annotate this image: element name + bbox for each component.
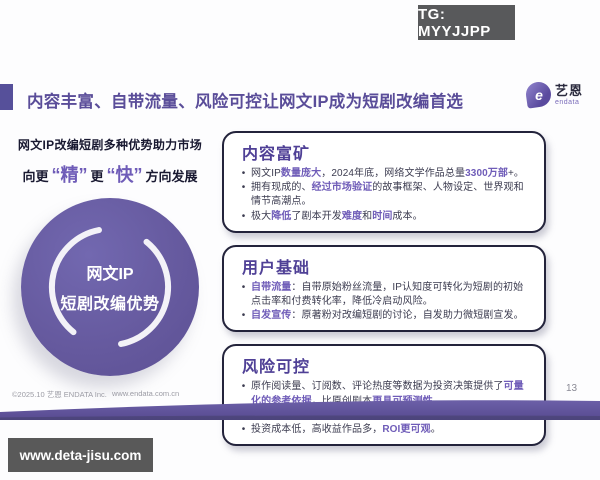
footer-website: www.endata.com.cn xyxy=(112,389,179,398)
logo-text: 艺恩 endata xyxy=(555,84,583,106)
plain-text: 成本。 xyxy=(392,211,422,222)
card-title: 用户基础 xyxy=(236,254,532,278)
bullet-dot-icon: • xyxy=(236,167,251,181)
headline-line1: 网文IP改编短剧多种优势助力市场 xyxy=(8,136,212,153)
plain-text: 和 xyxy=(362,211,372,222)
bullet-dot-icon: • xyxy=(236,181,251,209)
bullet-text: 自带流量：自带原始粉丝流量，IP认知度可转化为短剧的初始点击率和付费转化率，降低… xyxy=(251,281,532,309)
bullet-item: • 投资成本低，高收益作品多，ROI更可观。 xyxy=(236,423,532,437)
card-title: 内容富矿 xyxy=(236,140,532,164)
advantage-card: 用户基础 • 自带流量：自带原始粉丝流量，IP认知度可转化为短剧的初始点击率和付… xyxy=(222,245,546,333)
telegram-badge: TG: MYYJJPP xyxy=(418,5,515,40)
headline-highlight-text: “精” xyxy=(51,161,87,187)
plain-text: 原作阅读量、订阅数、评论热度等数据为投资决策提供了 xyxy=(251,381,504,392)
highlighted-text: 难度 xyxy=(342,211,362,222)
advantage-card: 内容富矿 • 网文IP数量庞大，2024年底，网络文学作品总量3300万部+。 … xyxy=(222,131,546,233)
highlighted-text: 自发宣传 xyxy=(251,310,291,321)
headline-plain-text: 更 xyxy=(90,166,103,185)
circle-label-line2: 短剧改编优势 xyxy=(60,290,159,314)
highlighted-text: 3300万部 xyxy=(465,168,508,179)
highlighted-text: 数量庞大 xyxy=(281,168,321,179)
watermark-badge: www.deta-jisu.com xyxy=(8,438,153,472)
card-bullet-list: • 自带流量：自带原始粉丝流量，IP认知度可转化为短剧的初始点击率和付费转化率，… xyxy=(236,281,532,324)
circle-arcs-icon xyxy=(21,198,199,376)
plain-text: ：自带原始粉丝流量，IP认知度可转化为短剧的初始点击率和付费转化率，降低冷启动风… xyxy=(251,282,523,307)
highlighted-text: 自带流量 xyxy=(251,282,291,293)
endata-logo-icon: e xyxy=(524,80,552,108)
page-number: 13 xyxy=(566,383,577,394)
headline-plain-text: 向更 xyxy=(22,166,48,185)
plain-text: 网文IP xyxy=(251,168,281,179)
headline-line2: 向更“精”更“快”方向发展 xyxy=(8,161,212,187)
advantage-card: 风险可控 • 原作阅读量、订阅数、评论热度等数据为投资决策提供了可量化的参考依据… xyxy=(222,344,546,446)
highlighted-text: 经过市场验证 xyxy=(312,182,373,193)
card-bullet-list: • 网文IP数量庞大，2024年底，网络文学作品总量3300万部+。 • 拥有现… xyxy=(236,167,532,224)
bullet-dot-icon: • xyxy=(236,281,251,309)
bullet-dot-icon: • xyxy=(236,210,251,224)
plain-text: ：原著粉对改编短剧的讨论，自发助力微短剧宣发。 xyxy=(291,310,523,321)
bullet-text: 拥有现成的、经过市场验证的故事框架、人物设定、世界观和情节高潮点。 xyxy=(251,181,532,209)
bullet-item: • 极大降低了剧本开发难度和时间成本。 xyxy=(236,210,532,224)
logo-brand-name: 艺恩 xyxy=(555,84,583,97)
left-headline: 网文IP改编短剧多种优势助力市场 向更“精”更“快”方向发展 xyxy=(8,136,212,187)
plain-text: 投资成本低，高收益作品多， xyxy=(251,424,382,435)
title-accent-bar xyxy=(0,84,13,110)
plain-text: 了剧本开发 xyxy=(291,211,342,222)
plain-text: 极大 xyxy=(251,211,271,222)
card-title: 风险可控 xyxy=(236,353,532,377)
plain-text: 拥有现成的、 xyxy=(251,182,312,193)
plain-text: ，2024年底，网络文学作品总量 xyxy=(321,168,465,179)
bullet-text: 极大降低了剧本开发难度和时间成本。 xyxy=(251,210,532,224)
bullet-item: • 网文IP数量庞大，2024年底，网络文学作品总量3300万部+。 xyxy=(236,167,532,181)
circle-label-line1: 网文IP xyxy=(86,260,133,284)
logo-glyph: e xyxy=(535,87,543,103)
advantage-circle: 网文IP 短剧改编优势 xyxy=(21,198,199,376)
bottom-wave-decoration xyxy=(0,398,600,420)
logo-sub-name: endata xyxy=(555,99,583,106)
plain-text: 。 xyxy=(431,424,441,435)
bullet-dot-icon: • xyxy=(236,423,251,437)
highlighted-text: 时间 xyxy=(372,211,392,222)
plain-text: +。 xyxy=(508,168,524,179)
bullet-item: • 自发宣传：原著粉对改编短剧的讨论，自发助力微短剧宣发。 xyxy=(236,309,532,323)
bullet-text: 网文IP数量庞大，2024年底，网络文学作品总量3300万部+。 xyxy=(251,167,532,181)
highlighted-text: ROI更可观 xyxy=(382,424,430,435)
bullet-text: 投资成本低，高收益作品多，ROI更可观。 xyxy=(251,423,532,437)
headline-plain-text: 方向发展 xyxy=(146,166,198,185)
highlighted-text: 降低 xyxy=(271,211,291,222)
bullet-dot-icon: • xyxy=(236,309,251,323)
endata-logo: e 艺恩 endata xyxy=(526,82,583,107)
headline-highlight-text: “快” xyxy=(107,161,143,187)
bullet-item: • 自带流量：自带原始粉丝流量，IP认知度可转化为短剧的初始点击率和付费转化率，… xyxy=(236,281,532,309)
bullet-text: 自发宣传：原著粉对改编短剧的讨论，自发助力微短剧宣发。 xyxy=(251,309,532,323)
page-title: 内容丰富、自带流量、风险可控让网文IP成为短剧改编首选 xyxy=(27,88,507,112)
bullet-item: • 拥有现成的、经过市场验证的故事框架、人物设定、世界观和情节高潮点。 xyxy=(236,181,532,209)
